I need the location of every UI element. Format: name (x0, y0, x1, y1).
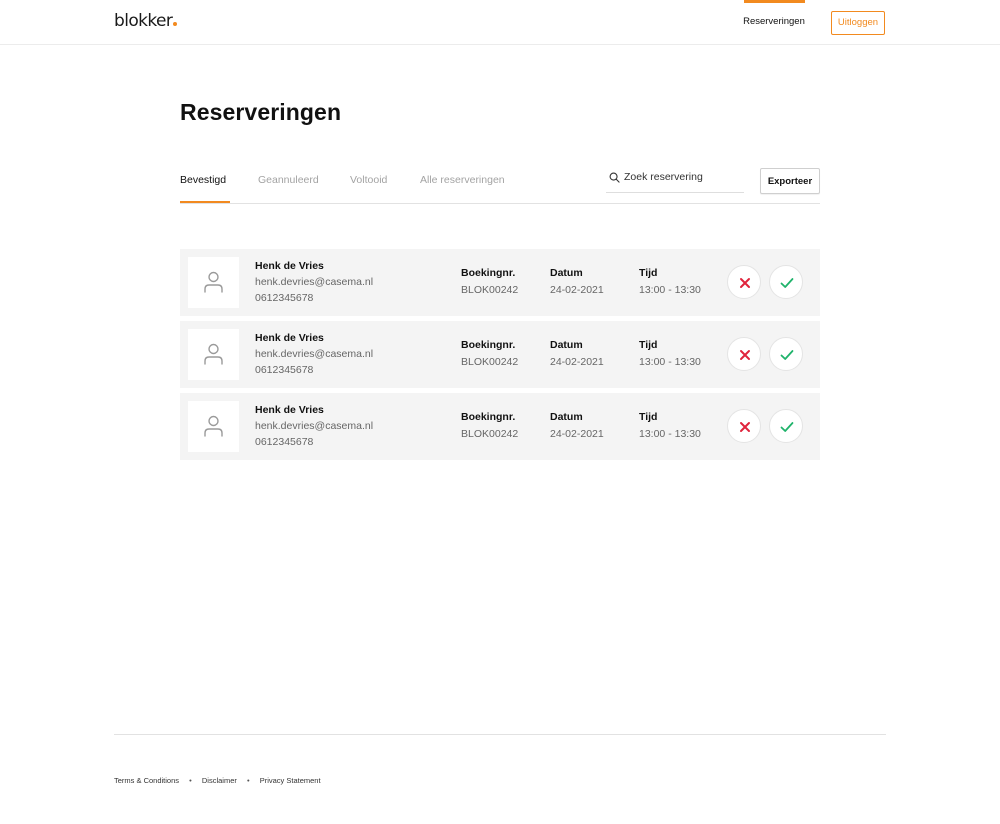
footer-link-disclaimer[interactable]: Disclaimer (202, 776, 237, 785)
blokker-logo[interactable]: blokker (114, 11, 178, 31)
booking-label: Boekingnr. (461, 339, 516, 351)
customer-name: Henk de Vries (255, 332, 324, 344)
customer-phone: 0612345678 (255, 364, 314, 376)
avatar (188, 257, 239, 308)
customer-phone: 0612345678 (255, 436, 314, 448)
date-label: Datum (550, 411, 583, 423)
tab-voltooid[interactable]: Voltooid (350, 174, 387, 186)
date-label: Datum (550, 339, 583, 351)
logo-dot (173, 22, 178, 26)
reject-button[interactable] (727, 409, 761, 443)
logo-text: blokker (114, 11, 173, 31)
accept-button[interactable] (769, 265, 803, 299)
booking-time: 13:00 - 13:30 (639, 428, 701, 440)
user-icon (204, 415, 223, 437)
reservation-row: Henk de Vries henk.devries@casema.nl 061… (180, 393, 820, 460)
reject-button[interactable] (727, 337, 761, 371)
check-icon (780, 278, 794, 288)
customer-email: henk.devries@casema.nl (255, 276, 374, 288)
booking-number: BLOK00242 (461, 428, 519, 440)
close-icon (740, 350, 750, 360)
reject-button[interactable] (727, 265, 761, 299)
check-icon (780, 350, 794, 360)
footer-link-privacy[interactable]: Privacy Statement (260, 776, 321, 785)
booking-number: BLOK00242 (461, 284, 519, 296)
customer-name: Henk de Vries (255, 404, 324, 416)
export-button[interactable]: Exporteer (760, 168, 820, 194)
footer-links: Terms & Conditions • Disclaimer • Privac… (114, 776, 321, 785)
footer-separator: • (189, 776, 192, 785)
booking-label: Boekingnr. (461, 267, 516, 279)
user-icon (204, 343, 223, 365)
tabs-divider (180, 203, 820, 204)
tab-alle-reserveringen[interactable]: Alle reserveringen (420, 174, 505, 186)
tab-bevestigd[interactable]: Bevestigd (180, 174, 226, 186)
check-icon (780, 422, 794, 432)
nav-reserveringen-link[interactable]: Reserveringen (736, 0, 812, 45)
booking-time: 13:00 - 13:30 (639, 284, 701, 296)
time-label: Tijd (639, 267, 658, 279)
avatar (188, 329, 239, 380)
customer-name: Henk de Vries (255, 260, 324, 272)
avatar (188, 401, 239, 452)
booking-number: BLOK00242 (461, 356, 519, 368)
search-icon (609, 172, 620, 183)
customer-phone: 0612345678 (255, 292, 314, 304)
booking-date: 24-02-2021 (550, 428, 604, 440)
search-input[interactable] (624, 169, 742, 185)
booking-label: Boekingnr. (461, 411, 516, 423)
footer-separator: • (246, 776, 250, 785)
tab-geannuleerd[interactable]: Geannuleerd (258, 174, 319, 186)
page-title: Reserveringen (180, 99, 342, 125)
top-header: blokker Reserveringen Uitloggen (0, 0, 1000, 45)
customer-email: henk.devries@casema.nl (255, 348, 374, 360)
logout-button[interactable]: Uitloggen (831, 11, 885, 35)
customer-email: henk.devries@casema.nl (255, 420, 374, 432)
booking-date: 24-02-2021 (550, 356, 604, 368)
date-label: Datum (550, 267, 583, 279)
booking-date: 24-02-2021 (550, 284, 604, 296)
accept-button[interactable] (769, 409, 803, 443)
search-box (606, 166, 744, 193)
reservation-row: Henk de Vries henk.devries@casema.nl 061… (180, 249, 820, 316)
footer-divider (114, 734, 886, 735)
booking-time: 13:00 - 13:30 (639, 356, 701, 368)
footer-link-terms[interactable]: Terms & Conditions (114, 776, 179, 785)
close-icon (740, 278, 750, 288)
active-tab-underline (180, 201, 230, 203)
close-icon (740, 422, 750, 432)
reservation-row: Henk de Vries henk.devries@casema.nl 061… (180, 321, 820, 388)
time-label: Tijd (639, 411, 658, 423)
user-icon (204, 271, 223, 293)
time-label: Tijd (639, 339, 658, 351)
accept-button[interactable] (769, 337, 803, 371)
